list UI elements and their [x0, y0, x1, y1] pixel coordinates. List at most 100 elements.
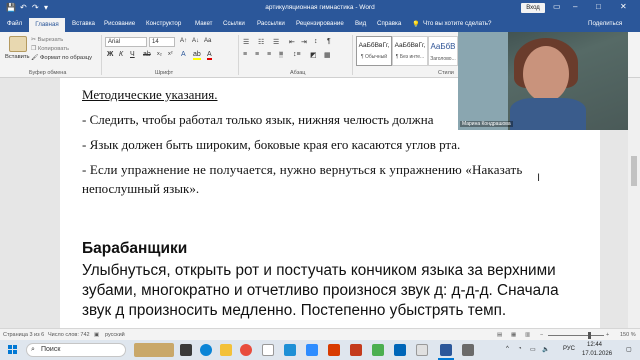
language-indicator[interactable]: русский: [105, 332, 125, 338]
paragraph-line: - Язык должен быть широким, боковые края…: [82, 137, 461, 152]
scrollbar-thumb[interactable]: [631, 156, 637, 186]
multilevel-list-icon[interactable]: ☰: [273, 38, 279, 46]
close-icon[interactable]: ✕: [620, 2, 627, 11]
share-button[interactable]: Поделиться: [588, 20, 622, 27]
style-name: ¶ Обычный: [360, 54, 388, 60]
decrease-indent-icon[interactable]: ⇤: [289, 38, 295, 46]
app-icon[interactable]: [462, 344, 474, 356]
italic-icon[interactable]: К: [119, 51, 123, 58]
zoom-app-icon[interactable]: [306, 344, 318, 356]
network-icon[interactable]: ◔: [518, 346, 522, 352]
ribbon-options-icon[interactable]: ▭: [553, 2, 561, 11]
zoom-out-icon[interactable]: −: [540, 332, 543, 338]
font-size-select[interactable]: 14: [149, 37, 175, 47]
style-normal[interactable]: АаБбВвГг, ¶ Обычный: [356, 36, 392, 66]
tell-me-search[interactable]: Что вы хотите сделать?: [423, 20, 491, 27]
paragraph-line: - Если упражнение не получается, нужно в…: [82, 162, 523, 177]
read-mode-icon[interactable]: ▤: [497, 332, 502, 338]
tab-help[interactable]: Справка: [377, 20, 401, 27]
line-spacing-icon[interactable]: ↕≡: [293, 51, 301, 58]
tab-insert[interactable]: Вставка: [72, 20, 95, 27]
tab-view[interactable]: Вид: [355, 20, 366, 27]
format-painter-button[interactable]: 🖌 Формат по образцу: [31, 55, 92, 61]
chrome-icon[interactable]: [240, 344, 252, 356]
copy-button[interactable]: ❐ Копировать: [31, 46, 69, 52]
tab-home[interactable]: Главная: [29, 18, 65, 32]
change-case-icon[interactable]: Aa: [204, 38, 211, 44]
app-icon[interactable]: [284, 344, 296, 356]
bold-icon[interactable]: Ж: [107, 51, 113, 58]
signin-button[interactable]: Вход: [521, 3, 545, 13]
tab-mailings[interactable]: Рассылки: [257, 20, 285, 27]
highlight-icon[interactable]: ab: [193, 51, 201, 60]
bullets-icon[interactable]: ☰: [243, 38, 249, 46]
app-icon[interactable]: [394, 344, 406, 356]
word-taskbar-icon[interactable]: [440, 344, 452, 356]
powerpoint-icon[interactable]: [328, 344, 340, 356]
numbering-icon[interactable]: ☷: [258, 38, 264, 46]
paste-button[interactable]: Вставить: [5, 54, 30, 60]
print-layout-icon[interactable]: ▦: [511, 332, 516, 338]
sort-icon[interactable]: ↕: [314, 38, 318, 45]
style-heading-1[interactable]: АаБбВ Заголово...: [428, 36, 458, 66]
align-center-icon[interactable]: ≡: [255, 51, 259, 58]
font-name-select[interactable]: Arial: [105, 37, 147, 47]
tab-references[interactable]: Ссылки: [223, 20, 245, 27]
minimize-icon[interactable]: –: [573, 2, 577, 11]
zoom-slider-thumb[interactable]: [588, 332, 591, 339]
webcam-name-label: Марина Кондрашова: [460, 121, 513, 127]
vertical-scrollbar[interactable]: [628, 78, 640, 328]
app-icon[interactable]: [416, 344, 428, 356]
proofing-icon[interactable]: ▣: [94, 332, 99, 338]
word-count[interactable]: Число слов: 742: [48, 332, 90, 338]
style-no-spacing[interactable]: АаБбВвГг, ¶ Без инте...: [392, 36, 428, 66]
zoom-level[interactable]: 150 %: [620, 332, 636, 338]
tab-draw[interactable]: Рисование: [104, 20, 135, 27]
app-icon[interactable]: [372, 344, 384, 356]
text-effects-icon[interactable]: A: [181, 51, 186, 58]
borders-icon[interactable]: ▦: [324, 51, 331, 59]
paste-icon[interactable]: [9, 36, 27, 52]
file-explorer-icon[interactable]: [220, 344, 232, 356]
align-left-icon[interactable]: ≡: [243, 51, 247, 58]
app-icon[interactable]: [350, 344, 362, 356]
cut-button[interactable]: ✂ Вырезать: [31, 37, 63, 43]
tab-file[interactable]: Файл: [7, 20, 22, 27]
superscript-icon[interactable]: x²: [168, 51, 173, 57]
language-indicator[interactable]: РУС: [563, 346, 575, 352]
justify-icon[interactable]: ≡: [279, 51, 284, 58]
windows-start-icon[interactable]: [8, 345, 18, 355]
task-view-icon[interactable]: [180, 344, 192, 356]
align-right-icon[interactable]: ≡: [267, 51, 271, 58]
tab-review[interactable]: Рецензирование: [296, 20, 344, 27]
volume-icon[interactable]: 🔈: [542, 346, 549, 353]
taskbar-search[interactable]: ⌕ Поиск: [26, 343, 126, 357]
page-counter[interactable]: Страница 3 из 6: [3, 332, 44, 338]
zoom-slider[interactable]: [548, 335, 604, 336]
copy-icon: ❐: [31, 46, 38, 52]
ribbon-tabs: Файл Главная Вставка Рисование Конструкт…: [0, 16, 640, 32]
shrink-font-icon[interactable]: A↓: [192, 38, 199, 44]
clock-date[interactable]: 17.01.2026: [582, 351, 612, 357]
store-icon[interactable]: [262, 344, 274, 356]
restore-icon[interactable]: □: [596, 2, 601, 11]
battery-icon[interactable]: ▭: [530, 346, 536, 353]
web-layout-icon[interactable]: ▥: [525, 332, 530, 338]
subscript-icon[interactable]: x₂: [157, 51, 162, 57]
clock-time[interactable]: 12:44: [587, 342, 602, 348]
notification-icon[interactable]: ▢: [626, 346, 632, 353]
shading-icon[interactable]: ◩: [310, 51, 317, 59]
underline-icon[interactable]: Ч: [130, 51, 135, 58]
grow-font-icon[interactable]: A↑: [180, 38, 187, 44]
show-formatting-icon[interactable]: ¶: [327, 38, 331, 45]
zoom-in-icon[interactable]: +: [606, 332, 609, 338]
edge-browser-icon[interactable]: [200, 344, 212, 356]
weather-widget-icon[interactable]: [134, 343, 174, 357]
increase-indent-icon[interactable]: ⇥: [301, 38, 307, 46]
font-color-icon[interactable]: A: [207, 51, 212, 60]
strikethrough-icon[interactable]: ab: [143, 51, 151, 58]
tab-design[interactable]: Конструктор: [146, 20, 181, 27]
tray-overflow-icon[interactable]: ^: [506, 346, 509, 352]
group-divider: [238, 35, 239, 75]
tab-layout[interactable]: Макет: [195, 20, 213, 27]
